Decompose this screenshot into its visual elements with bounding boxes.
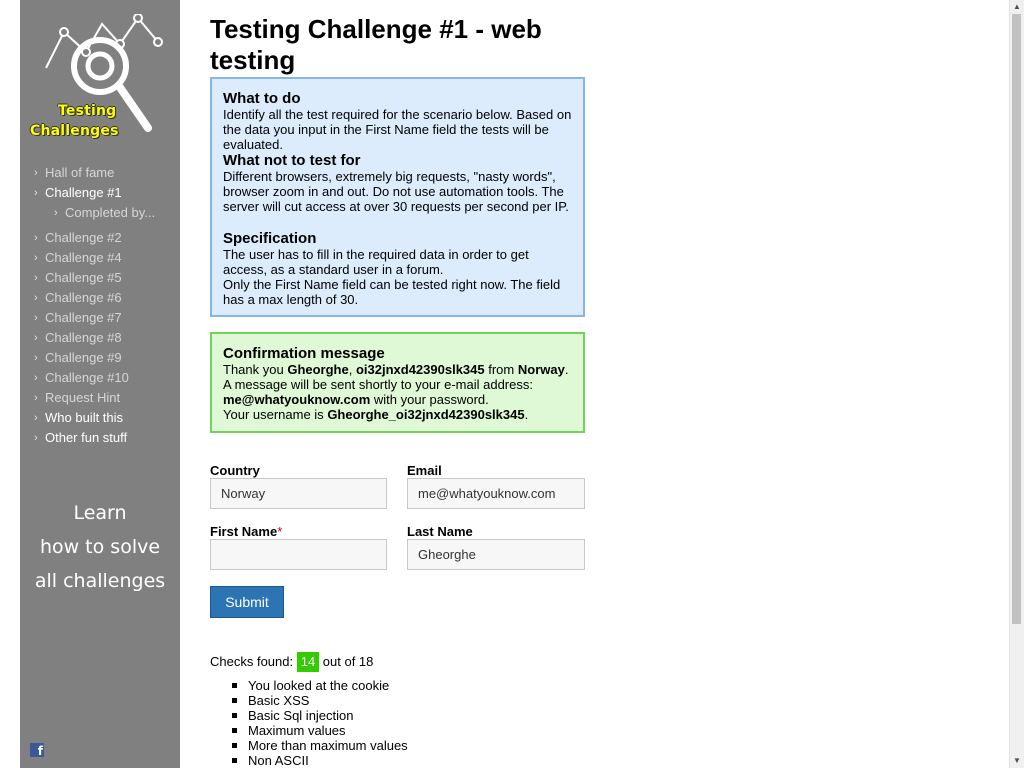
confirmation-thanks-line: Thank you Gheorghe, oi32jnxd42390slk345 … [223, 362, 569, 377]
checks-list: You looked at the cookie Basic XSS Basic… [232, 678, 408, 768]
logo-text-testing: Testing [58, 103, 117, 119]
chevron-right-icon: › [34, 232, 38, 244]
learn-how-to-solve-link[interactable]: Learn how to solve all challenges [20, 496, 180, 598]
testing-challenges-logo[interactable]: Testing Challenges [28, 13, 178, 144]
specification-heading: Specification [223, 230, 317, 247]
nav-item-challenge-4[interactable]: › Challenge #4 [20, 248, 180, 268]
sidebar-nav: › Hall of fame › Challenge #1 › Completed b… [20, 163, 180, 448]
chevron-right-icon: › [34, 252, 38, 264]
what-not-to-test-heading: What not to test for [223, 152, 361, 169]
nav-item-other-fun-stuff[interactable]: › Other fun stuff [20, 428, 180, 448]
sidebar: Testing Challenges › Hall of fame › Challe… [20, 0, 180, 768]
nav-item-who-built-this[interactable]: › Who built this [20, 408, 180, 428]
check-item: You looked at the cookie [232, 678, 408, 693]
nav-item-challenge-7[interactable]: › Challenge #7 [20, 308, 180, 328]
nav-item-hall-of-fame[interactable]: › Hall of fame [20, 163, 180, 183]
nav-item-request-hint[interactable]: › Request Hint [20, 388, 180, 408]
confirm-country: Norway [517, 362, 565, 377]
logo-text-challenges: Challenges [30, 123, 119, 139]
nav-item-challenge-2[interactable]: › Challenge #2 [20, 228, 180, 248]
confirmation-panel: Confirmation message Thank you Gheorghe,… [210, 332, 585, 433]
confirmation-heading: Confirmation message [223, 345, 385, 362]
required-asterisk: * [277, 524, 283, 539]
last-name-label: Last Name [407, 524, 473, 539]
check-item: Non ASCII [232, 753, 408, 768]
specification-text-2: Only the First Name field can be tested … [223, 277, 561, 307]
instructions-panel: What to do Identify all the test require… [210, 77, 585, 317]
checks-found-badge: 14 [296, 652, 320, 672]
nav-item-challenge-10[interactable]: › Challenge #10 [20, 368, 180, 388]
what-to-do-text: Identify all the test required for the s… [223, 107, 572, 152]
submit-button[interactable]: Submit [210, 586, 284, 618]
what-not-to-test-text: Different browsers, extremely big reques… [223, 169, 569, 214]
scroll-up-arrow-icon[interactable]: ▲ [1010, 0, 1024, 14]
confirm-email: me@whatyouknow.com [223, 392, 371, 407]
check-item: Maximum values [232, 723, 408, 738]
confirmation-email-line: me@whatyouknow.com with your password. [223, 392, 489, 407]
nav-item-challenge-6[interactable]: › Challenge #6 [20, 288, 180, 308]
chevron-right-icon: › [34, 167, 38, 179]
page-title: Testing Challenge #1 - web testing [210, 14, 542, 75]
confirm-last-name: Gheorghe [287, 362, 349, 377]
chevron-right-icon: › [34, 432, 38, 444]
chevron-right-icon: › [34, 352, 38, 364]
chevron-right-icon: › [34, 272, 38, 284]
chevron-right-icon: › [34, 332, 38, 344]
checks-summary: Checks found: 14 out of 18 [210, 652, 373, 672]
chevron-right-icon: › [34, 412, 38, 424]
chevron-right-icon: › [34, 187, 38, 199]
chevron-right-icon: › [34, 312, 38, 324]
facebook-icon[interactable]: f [30, 743, 44, 757]
nav-item-challenge-5[interactable]: › Challenge #5 [20, 268, 180, 288]
vertical-scrollbar[interactable]: ▲ ▼ [1009, 0, 1024, 768]
last-name-field[interactable] [407, 539, 585, 570]
learn-line-2: how to solve [39, 536, 161, 558]
first-name-label: First Name* [210, 524, 283, 539]
confirm-username: Gheorghe_oi32jnxd42390slk345 [327, 407, 525, 422]
scrollbar-thumb[interactable] [1012, 14, 1021, 624]
chevron-right-icon: › [34, 372, 38, 384]
confirm-first-name: oi32jnxd42390slk345 [355, 362, 485, 377]
learn-line-1: Learn [73, 502, 127, 524]
learn-line-3: all challenges [34, 570, 166, 592]
nav-item-challenge-9[interactable]: › Challenge #9 [20, 348, 180, 368]
country-label: Country [210, 463, 260, 478]
check-item: More than maximum values [232, 738, 408, 753]
chevron-right-icon: › [34, 292, 38, 304]
nav-item-challenge-1[interactable]: › Challenge #1 [20, 183, 180, 203]
nav-item-completed-by[interactable]: › Completed by... [20, 203, 180, 223]
confirmation-message-line: A message will be sent shortly to your e… [223, 377, 533, 392]
country-field[interactable] [210, 478, 387, 509]
email-field[interactable] [407, 478, 585, 509]
specification-text-1: The user has to fill in the required dat… [223, 247, 529, 277]
scroll-down-arrow-icon[interactable]: ▼ [1010, 754, 1024, 768]
confirmation-username-line: Your username is Gheorghe_oi32jnxd42390s… [223, 407, 529, 422]
email-label: Email [407, 463, 442, 478]
check-item: Basic XSS [232, 693, 408, 708]
nav-item-challenge-8[interactable]: › Challenge #8 [20, 328, 180, 348]
first-name-field[interactable] [210, 539, 387, 570]
what-to-do-heading: What to do [223, 90, 301, 107]
chevron-right-icon: › [34, 392, 38, 404]
chevron-right-icon: › [54, 207, 58, 219]
check-item: Basic Sql injection [232, 708, 408, 723]
